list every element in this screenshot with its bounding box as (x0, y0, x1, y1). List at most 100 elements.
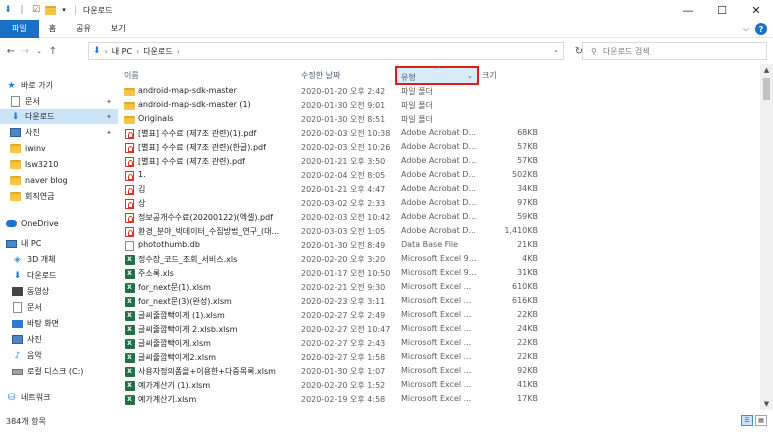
sidebar-item-desktop[interactable]: 바탕 화면 (12, 316, 118, 331)
file-name[interactable]: 정수장_코드_조회_서비스.xls (138, 254, 298, 265)
address-bar[interactable]: ⬇ › 내 PC › 다운로드 › ⌄ (88, 42, 564, 60)
breadcrumb-this-pc[interactable]: 내 PC (112, 46, 132, 57)
sidebar-item-lsw3210[interactable]: lsw3210 (10, 157, 118, 172)
large-icons-view-icon[interactable]: ▦ (755, 415, 767, 426)
sidebar-item-documents[interactable]: 문서 (12, 300, 118, 315)
file-name[interactable]: 사용자정의폼을+이용한+다중목록.xlsm (138, 366, 298, 377)
sidebar-item-naver-blog[interactable]: naver blog (10, 173, 118, 188)
tab-share[interactable]: 공유 (66, 20, 101, 38)
table-row[interactable]: android-map-sdk-master (1) 2020-01-30 오전 … (118, 100, 758, 111)
sidebar-item-3d-objects[interactable]: ◈ 3D 개체 (12, 252, 118, 267)
file-name[interactable]: 글씨줄깜빡이게.xlsm (138, 338, 298, 349)
table-row[interactable]: 환경_분야_빅데이터_수집방법_연구_(대... 2020-03-03 오전 1:… (118, 226, 758, 237)
scroll-up-icon[interactable]: ▲ (760, 64, 773, 76)
chevron-down-icon[interactable]: ⌄ (553, 46, 559, 54)
file-name[interactable]: 김 (138, 184, 298, 195)
file-name[interactable]: 글씨줄깜빡이게2.xlsm (138, 352, 298, 363)
close-button[interactable]: ✕ (739, 0, 773, 20)
file-name[interactable]: 글씨줄깜빡이게 (1).xlsm (138, 310, 298, 321)
table-row[interactable]: 김 2020-01-21 오후 4:47 Adobe Acrobat D... 34K… (118, 184, 758, 195)
table-row[interactable]: X 예가계산기 (1).xlsm 2020-02-20 오후 1:52 Microso… (118, 380, 758, 391)
file-name[interactable]: 예가계산기.xlsm (138, 394, 298, 405)
tab-view[interactable]: 보기 (101, 20, 136, 38)
scroll-down-icon[interactable]: ▼ (760, 398, 773, 410)
file-name[interactable]: 환경_분야_빅데이터_수집방법_연구_(대... (138, 226, 298, 237)
sidebar-item-this-pc[interactable]: 내 PC (6, 236, 118, 251)
table-row[interactable]: X 글씨줄깜빡이게2.xlsm 2020-02-27 오후 1:58 Microsof… (118, 352, 758, 363)
maximize-button[interactable]: ☐ (705, 0, 739, 20)
sidebar-item-pension[interactable]: 회직연금 (10, 189, 118, 204)
column-header-type[interactable]: ^ 유형 ⌄ (395, 65, 479, 85)
file-name[interactable]: android-map-sdk-master (138, 86, 298, 95)
sidebar-item-pictures[interactable]: 사진 (12, 332, 118, 347)
minimize-button[interactable]: — (671, 0, 705, 20)
breadcrumb-downloads[interactable]: 다운로드 (143, 46, 172, 57)
tab-file[interactable]: 파일 (0, 19, 39, 38)
sidebar-item-iwinv[interactable]: iwinv (10, 141, 118, 156)
table-row[interactable]: 정보공개수수료(20200122)(엑셀).pdf 2020-02-03 오전 1… (118, 212, 758, 223)
sidebar-item-onedrive[interactable]: OneDrive (6, 216, 118, 231)
download-arrow-icon[interactable]: ⬇ (2, 4, 14, 16)
file-name[interactable]: [별표] 수수료 (제7조 관련)(한글).pdf (138, 142, 298, 153)
file-name[interactable]: 상 (138, 198, 298, 209)
sidebar-item-music[interactable]: ♪ 음악 (12, 348, 118, 363)
table-row[interactable]: X 사용자정의폼을+이용한+다중목록.xlsm 2020-01-30 오후 1:07… (118, 366, 758, 377)
sidebar-item-local-disk[interactable]: 로컬 디스크 (C:) (12, 364, 118, 379)
vertical-scrollbar[interactable]: ▲ ▼ (760, 64, 773, 410)
table-row[interactable]: [별표] 수수료 (제7조 관련)(1).pdf 2020-02-03 오전 10… (118, 128, 758, 139)
table-row[interactable]: X 정수장_코드_조회_서비스.xls 2020-02-20 오후 3:20 Micr… (118, 254, 758, 265)
back-arrow-icon[interactable]: ← (4, 41, 18, 61)
file-name[interactable]: photothumb.db (138, 240, 298, 249)
chevron-down-icon[interactable]: ⌄ (467, 72, 473, 80)
quick-access-dropdown-icon[interactable]: ▾ (58, 4, 70, 16)
sidebar-item-network[interactable]: ⛁ 네트워크 (6, 390, 118, 405)
details-view-icon[interactable]: ☰ (741, 415, 753, 426)
recent-locations-icon[interactable]: ⌄ (32, 41, 46, 61)
chevron-right-icon[interactable]: › (177, 47, 180, 56)
tab-home[interactable]: 홈 (39, 20, 66, 38)
table-row[interactable]: X 주소록.xls 2020-01-17 오전 10:50 Microsoft Exc… (118, 268, 758, 279)
column-header-size[interactable]: 크기 (482, 68, 497, 82)
chevron-right-icon[interactable]: › (105, 47, 108, 56)
table-row[interactable]: X 글씨줄깜빡이게 (1).xlsm 2020-02-27 오후 2:49 Micro… (118, 310, 758, 321)
table-row[interactable]: 1. 2020-02-04 오전 8:05 Adobe Acrobat D... 50… (118, 170, 758, 181)
file-name[interactable]: android-map-sdk-master (1) (138, 100, 298, 109)
expand-ribbon-icon[interactable]: ⌵ (743, 24, 749, 34)
folder-icon[interactable] (44, 4, 56, 16)
table-row[interactable]: X 글씨줄깜빡이게.xlsm 2020-02-27 오후 2:43 Microsoft… (118, 338, 758, 349)
forward-arrow-icon[interactable]: → (18, 41, 32, 61)
search-input[interactable]: ⚲ 다운로드 검색 (582, 42, 767, 60)
sidebar-item-downloads[interactable]: ⬇ 다운로드 (12, 268, 118, 283)
table-row[interactable]: Originals 2020-01-30 오전 8:51 파일 폴더 (118, 114, 758, 125)
file-name[interactable]: 주소록.xls (138, 268, 298, 279)
sidebar-item-quick-access[interactable]: ★ 바로 가기 (6, 78, 118, 93)
file-name[interactable]: [별표] 수수료 (제7조 관련).pdf (138, 156, 298, 167)
column-header-name[interactable]: 이름 (124, 68, 139, 82)
table-row[interactable]: Xfor_next문(1).xlsm 2020-02-21 오전 9:30 Micr… (118, 282, 758, 293)
file-name[interactable]: 정보공개수수료(20200122)(엑셀).pdf (138, 212, 298, 223)
file-name[interactable]: 1. (138, 170, 298, 179)
table-row[interactable]: X 글씨줄깜빡이게 2.xlsb.xlsm 2020-02-27 오전 10:47 M… (118, 324, 758, 335)
sidebar-item-documents-pinned[interactable]: 문서 ✦ (10, 94, 118, 109)
file-name[interactable]: for_next문(3)(완성).xlsm (138, 296, 298, 307)
chevron-right-icon[interactable]: › (136, 47, 139, 56)
file-name[interactable]: for_next문(1).xlsm (138, 282, 298, 293)
help-icon[interactable]: ? (755, 23, 767, 35)
file-name[interactable]: 글씨줄깜빡이게 2.xlsb.xlsm (138, 324, 298, 335)
sidebar-item-downloads-pinned[interactable]: ⬇ 다운로드 ✦ (0, 109, 118, 124)
table-row[interactable]: X 예가계산기.xlsm 2020-02-19 오후 4:58 Microsoft E… (118, 394, 758, 405)
table-row[interactable]: Xfor_next문(3)(완성).xlsm 2020-02-23 오후 3:11… (118, 296, 758, 307)
column-header-date[interactable]: 수정한 날짜 (301, 68, 340, 82)
sidebar-item-videos[interactable]: 동영상 (12, 284, 118, 299)
file-name[interactable]: 예가계산기 (1).xlsm (138, 380, 298, 391)
table-row[interactable]: android-map-sdk-master 2020-01-20 오후 2:42… (118, 86, 758, 97)
sidebar-item-pictures-pinned[interactable]: 사진 ✦ (10, 125, 118, 140)
up-arrow-icon[interactable]: ↑ (46, 41, 60, 61)
scroll-thumb[interactable] (763, 78, 770, 100)
table-row[interactable]: photothumb.db 2020-01-30 오전 8:49 Data Base… (118, 240, 758, 251)
table-row[interactable]: [별표] 수수료 (제7조 관련).pdf 2020-01-21 오후 3:50 A… (118, 156, 758, 167)
file-name[interactable]: [별표] 수수료 (제7조 관련)(1).pdf (138, 128, 298, 139)
table-row[interactable]: 상 2020-03-02 오후 2:33 Adobe Acrobat D... 97K… (118, 198, 758, 209)
file-name[interactable]: Originals (138, 114, 298, 123)
table-row[interactable]: [별표] 수수료 (제7조 관련)(한글).pdf 2020-02-03 오전 1… (118, 142, 758, 153)
